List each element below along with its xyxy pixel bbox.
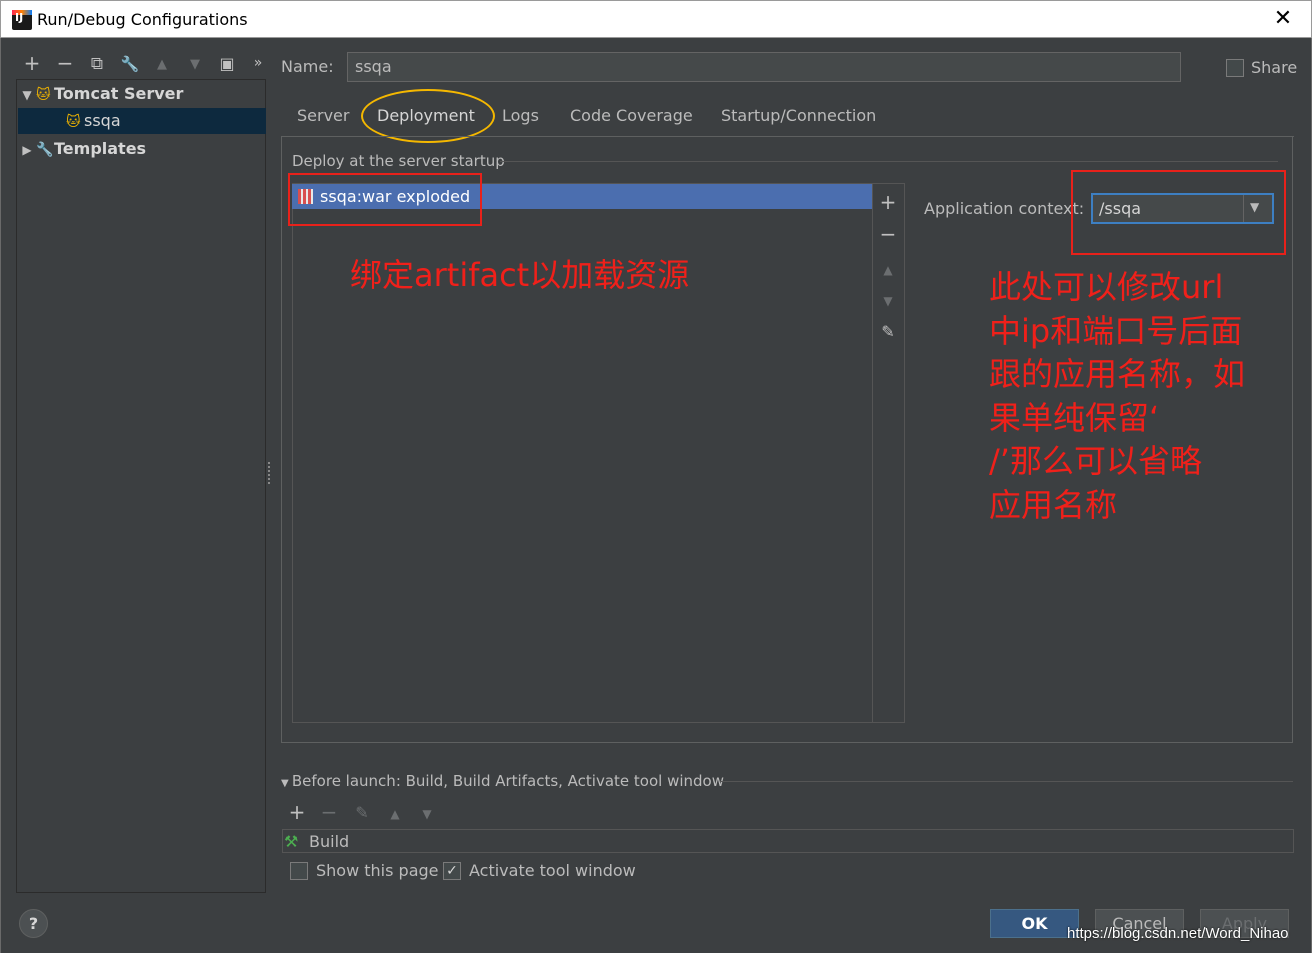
move-down-icon[interactable]: ▼ — [416, 804, 438, 824]
edit-pencil-icon[interactable]: ✎ — [351, 803, 373, 823]
build-task-label[interactable]: Build — [309, 832, 349, 851]
move-up-icon[interactable]: ▲ — [151, 55, 173, 75]
share-label: Share — [1251, 58, 1298, 77]
config-tree: ▼ 🐱 Tomcat Server 🐱 ssqa ▶ 🔧Templates — [16, 79, 266, 893]
close-button[interactable]: ✕ — [1269, 5, 1297, 33]
divider — [720, 781, 1293, 782]
tree-item-label: Templates — [54, 139, 147, 158]
tab-server[interactable]: Server — [297, 106, 349, 125]
wrench-icon[interactable]: 🔧 — [119, 54, 141, 74]
chevron-right-icon[interactable]: ▶ — [18, 137, 36, 163]
section-title: Deploy at the server startup — [292, 152, 505, 170]
before-launch-title: Before launch: Build, Build Artifacts, A… — [291, 772, 724, 790]
tree-item-ssqa[interactable]: 🐱 ssqa — [18, 108, 266, 134]
intellij-icon — [12, 10, 32, 30]
window-title: Run/Debug Configurations — [37, 10, 248, 29]
name-label: Name: — [281, 57, 334, 76]
watermark: https://blog.csdn.net/Word_Nihao — [1067, 925, 1289, 942]
before-launch-list[interactable] — [282, 829, 1294, 853]
ok-button[interactable]: OK — [990, 909, 1079, 938]
add-config-button[interactable]: + — [21, 53, 43, 73]
panel-splitter[interactable] — [268, 462, 272, 484]
before-launch-header[interactable]: ▼ Before launch: Build, Build Artifacts,… — [281, 772, 724, 790]
artifact-toolbar: + − ▲ ▼ ✎ — [873, 183, 905, 723]
activate-tool-window-checkbox[interactable]: ✓ — [443, 862, 461, 880]
application-context-label: Application context: — [924, 199, 1085, 218]
tree-item-templates[interactable]: ▶ 🔧Templates — [18, 136, 266, 162]
annotation-text-artifact: 绑定artifact以加载资源 — [350, 256, 690, 294]
add-artifact-button[interactable]: + — [877, 192, 899, 212]
show-page-label: Show this page — [316, 861, 439, 880]
more-icon[interactable]: » — [247, 53, 269, 73]
tomcat-icon: 🐱 — [36, 87, 51, 103]
remove-task-button[interactable]: − — [318, 802, 340, 822]
hammer-icon: ⚒ — [284, 832, 299, 851]
name-input[interactable]: ssqa — [347, 52, 1181, 82]
tree-item-label: Tomcat Server — [54, 84, 184, 103]
help-button[interactable]: ? — [19, 909, 48, 938]
remove-artifact-button[interactable]: − — [877, 224, 899, 244]
tomcat-icon: 🐱 — [66, 114, 81, 130]
folder-icon[interactable]: ▣ — [216, 54, 238, 74]
highlight-ellipse — [361, 89, 495, 143]
share-checkbox[interactable] — [1226, 59, 1244, 77]
move-down-icon[interactable]: ▼ — [184, 55, 206, 75]
annotation-box-context — [1071, 170, 1286, 255]
add-task-button[interactable]: + — [286, 802, 308, 822]
annotation-text-context: 此处可以修改url 中ip和端口号后面 跟的应用名称，如 果单纯保留‘ /’那么… — [989, 268, 1246, 524]
tree-item-label: ssqa — [84, 111, 121, 130]
annotation-box-artifact — [288, 173, 482, 226]
tab-startup-connection[interactable]: Startup/Connection — [721, 106, 876, 125]
move-down-icon[interactable]: ▼ — [877, 291, 899, 311]
chevron-down-icon[interactable]: ▼ — [281, 778, 292, 789]
wrench-icon: 🔧 — [36, 142, 54, 158]
activate-tool-window-label: Activate tool window — [469, 861, 636, 880]
show-page-checkbox[interactable] — [290, 862, 308, 880]
move-up-icon[interactable]: ▲ — [877, 260, 899, 280]
chevron-down-icon[interactable]: ▼ — [18, 82, 36, 108]
divider — [500, 161, 1278, 162]
tab-logs[interactable]: Logs — [502, 106, 539, 125]
edit-pencil-icon[interactable]: ✎ — [877, 322, 899, 342]
tab-code-coverage[interactable]: Code Coverage — [570, 106, 693, 125]
move-up-icon[interactable]: ▲ — [384, 804, 406, 824]
tree-item-tomcat-server[interactable]: ▼ 🐱 Tomcat Server — [18, 81, 266, 107]
copy-config-icon[interactable]: ⧉ — [86, 54, 108, 74]
remove-config-button[interactable]: − — [54, 53, 76, 73]
title-bar: Run/Debug Configurations ✕ — [0, 0, 1312, 38]
